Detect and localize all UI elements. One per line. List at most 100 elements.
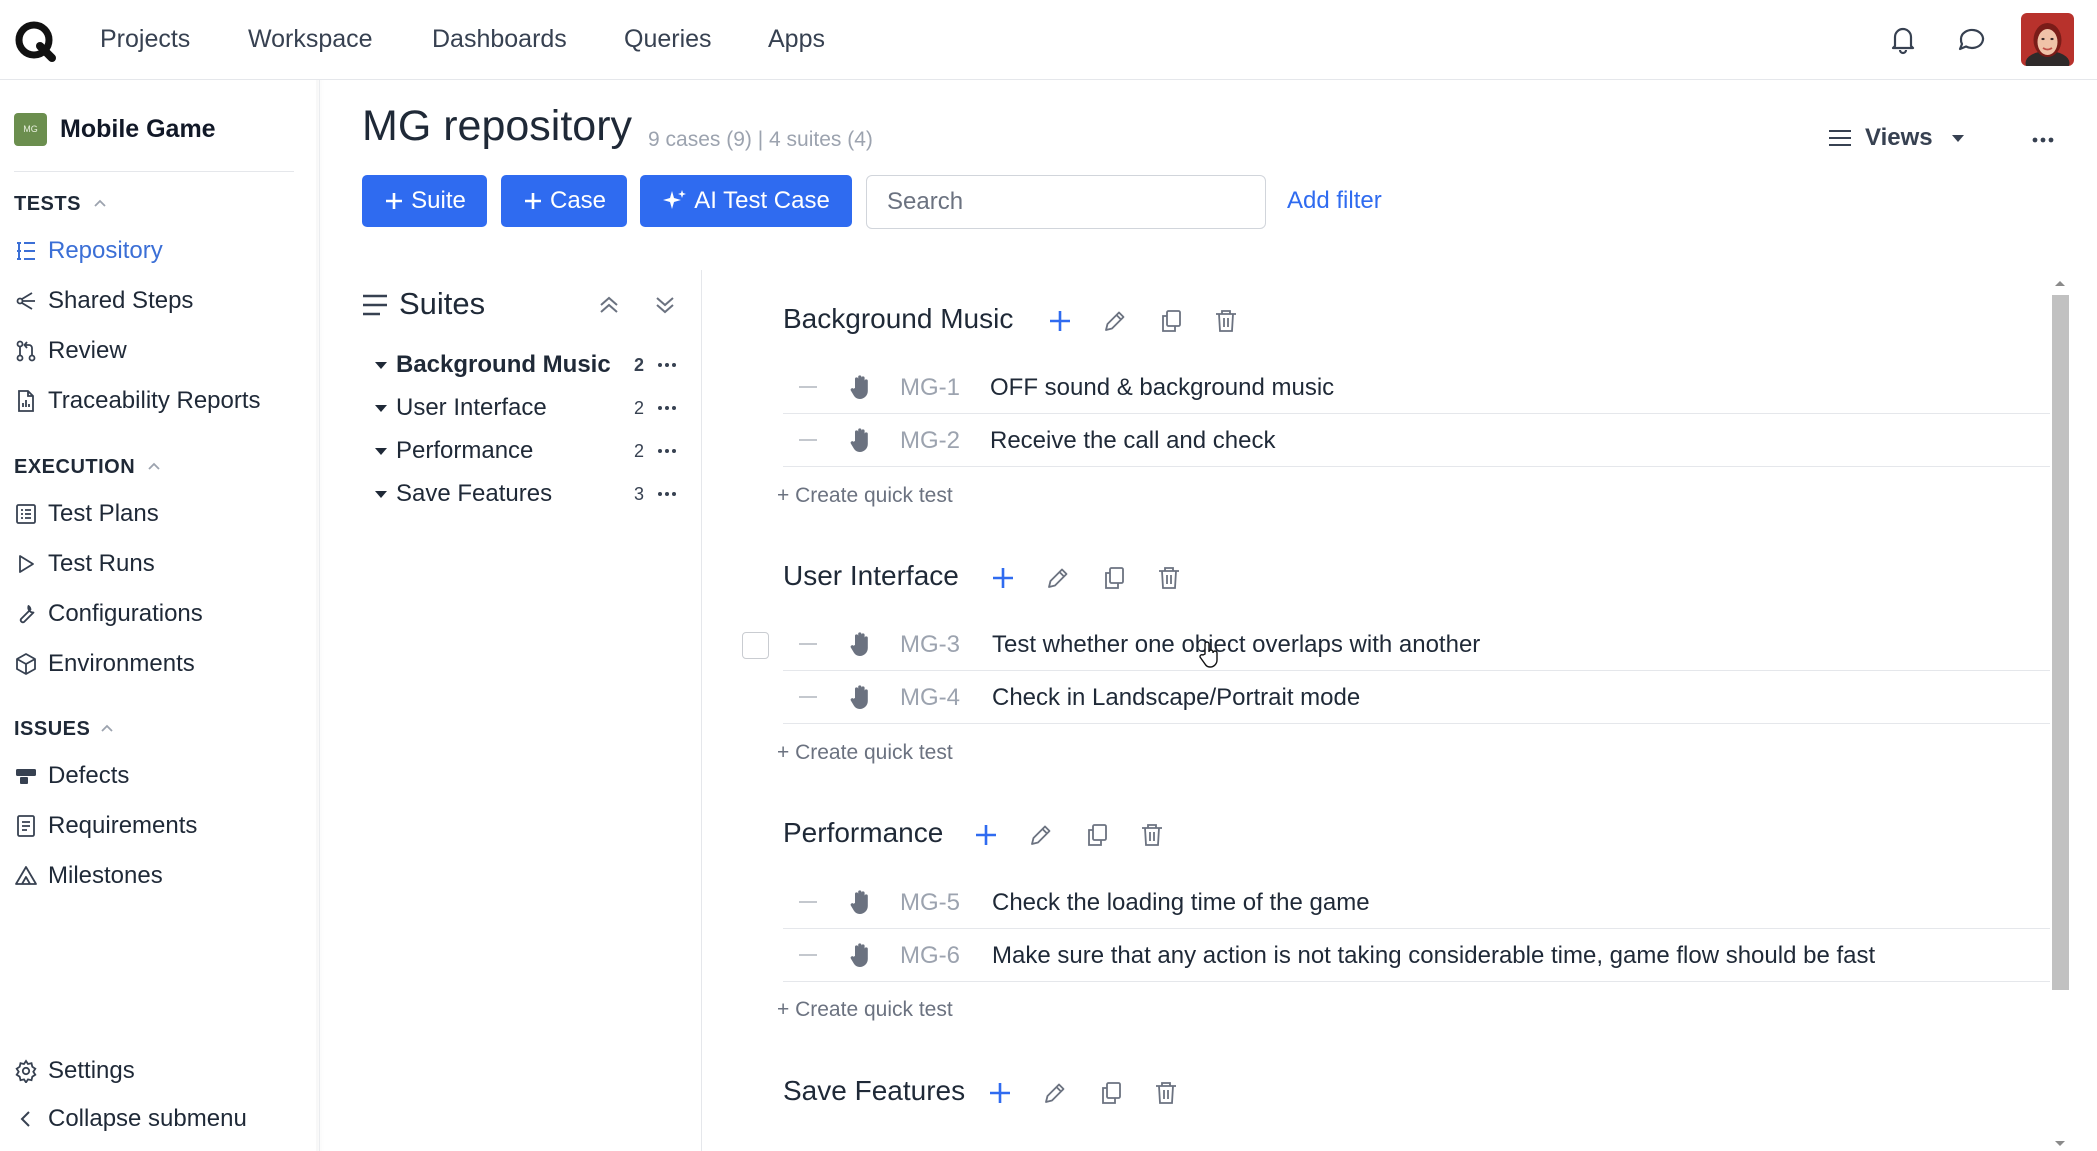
copy-icon[interactable]: [1083, 821, 1111, 849]
sparkle-icon: [663, 190, 687, 209]
edit-pencil-icon[interactable]: [1027, 821, 1055, 849]
sidebar-divider: [14, 171, 294, 172]
sidebar-item-test-plans[interactable]: Test Plans: [14, 497, 159, 531]
copy-icon[interactable]: [1097, 1079, 1125, 1107]
sidebar-item-defects[interactable]: Defects: [14, 759, 129, 793]
chevron-up-icon[interactable]: [92, 195, 108, 211]
case-row[interactable]: MG-4 Check in Landscape/Portrait mode: [783, 671, 2050, 724]
sidebar-item-traceability-reports[interactable]: Traceability Reports: [14, 384, 261, 418]
chat-bubble-icon[interactable]: [1955, 22, 1989, 56]
add-case-icon[interactable]: [989, 564, 1017, 592]
case-id: MG-2: [900, 427, 960, 454]
case-id: MG-3: [900, 631, 960, 658]
case-title[interactable]: Receive the call and check: [990, 427, 1276, 455]
chevron-up-icon[interactable]: [146, 458, 162, 474]
tree-item-performance[interactable]: Performance 2: [372, 434, 682, 468]
sidebar-item-repository[interactable]: Repository: [14, 234, 163, 268]
trash-icon[interactable]: [1152, 1079, 1180, 1107]
case-row[interactable]: MG-3 Test whether one object overlaps wi…: [783, 618, 2050, 671]
more-options-icon[interactable]: [656, 444, 678, 458]
case-row[interactable]: MG-1 OFF sound & background music: [783, 361, 2050, 414]
milestone-triangle-icon: [15, 866, 37, 885]
add-case-label: Case: [549, 187, 607, 214]
copy-icon[interactable]: [1157, 307, 1185, 335]
add-case-icon[interactable]: [972, 821, 1000, 849]
tree-item-save-features[interactable]: Save Features 3: [372, 477, 682, 511]
collapse-submenu-button[interactable]: Collapse submenu: [14, 1102, 247, 1136]
scroll-up-arrow-icon[interactable]: [2053, 278, 2067, 288]
sidebar-item-shared-steps[interactable]: Shared Steps: [14, 284, 193, 318]
sidebar-header-tests[interactable]: TESTS: [14, 193, 81, 216]
case-row[interactable]: MG-5 Check the loading time of the game: [783, 876, 2050, 929]
nav-dashboards[interactable]: Dashboards: [432, 24, 567, 54]
tree-item-user-interface[interactable]: User Interface 2: [372, 391, 682, 425]
add-case-button[interactable]: Case: [501, 175, 627, 227]
nav-workspace[interactable]: Workspace: [248, 24, 373, 54]
add-filter-link[interactable]: Add filter: [1287, 187, 1382, 215]
trash-icon[interactable]: [1155, 564, 1183, 592]
case-title[interactable]: Check in Landscape/Portrait mode: [992, 684, 1360, 712]
trash-icon[interactable]: [1138, 821, 1166, 849]
case-title[interactable]: Check the loading time of the game: [992, 889, 1370, 917]
sidebar-item-configurations[interactable]: Configurations: [14, 597, 203, 631]
case-select-checkbox[interactable]: [742, 632, 769, 659]
plus-icon: [386, 193, 403, 209]
nav-apps[interactable]: Apps: [768, 24, 825, 54]
sidebar-item-label: Environments: [48, 650, 195, 677]
repository-stats: 9 cases (9) | 4 suites (4): [648, 128, 873, 151]
sidebar-item-label: Milestones: [48, 862, 163, 889]
sidebar-header-issues[interactable]: ISSUES: [14, 718, 90, 741]
more-options-icon[interactable]: [656, 401, 678, 415]
more-options-icon[interactable]: [656, 358, 678, 372]
expand-all-icon[interactable]: [652, 292, 678, 318]
case-title[interactable]: Test whether one object overlaps with an…: [992, 631, 1480, 659]
ai-test-case-label: AI Test Case: [694, 187, 830, 214]
create-quick-test-link[interactable]: + Create quick test: [777, 484, 953, 508]
views-dropdown[interactable]: Views: [1827, 124, 1967, 152]
chevron-up-icon[interactable]: [99, 720, 115, 736]
sidebar-item-requirements[interactable]: Requirements: [14, 809, 197, 843]
more-options-icon[interactable]: [656, 487, 678, 501]
tree-item-count: 3: [634, 483, 645, 504]
edit-pencil-icon[interactable]: [1101, 307, 1129, 335]
caret-down-icon: [375, 448, 387, 455]
sidebar-item-milestones[interactable]: Milestones: [14, 859, 163, 893]
copy-icon[interactable]: [1100, 564, 1128, 592]
tree-item-background-music[interactable]: Background Music 2: [372, 348, 682, 382]
collapse-all-icon[interactable]: [596, 292, 622, 318]
create-quick-test-link[interactable]: + Create quick test: [777, 741, 953, 765]
sidebar-header-execution[interactable]: EXECUTION: [14, 456, 135, 479]
sidebar-item-test-runs[interactable]: Test Runs: [14, 547, 155, 581]
case-title[interactable]: Make sure that any action is not taking …: [992, 942, 1875, 970]
case-title[interactable]: OFF sound & background music: [990, 374, 1334, 402]
add-case-icon[interactable]: [986, 1079, 1014, 1107]
sidebar-item-label: Test Runs: [48, 550, 155, 577]
sidebar-item-environments[interactable]: Environments: [14, 647, 195, 681]
tree-item-label: Background Music: [396, 351, 611, 378]
sidebar-item-label: Settings: [48, 1057, 135, 1084]
scrollbar-thumb[interactable]: [2052, 295, 2069, 990]
sidebar-item-review[interactable]: Review: [14, 334, 127, 368]
suite-title: Background Music: [783, 303, 1014, 334]
nav-projects[interactable]: Projects: [100, 24, 190, 54]
add-suite-button[interactable]: Suite: [362, 175, 487, 227]
ai-test-case-button[interactable]: AI Test Case: [640, 175, 852, 227]
create-quick-test-link[interactable]: + Create quick test: [777, 998, 953, 1022]
edit-pencil-icon[interactable]: [1044, 564, 1072, 592]
trash-icon[interactable]: [1212, 307, 1240, 335]
edit-pencil-icon[interactable]: [1041, 1079, 1069, 1107]
plus-icon: [524, 193, 541, 209]
search-input[interactable]: [866, 175, 1266, 229]
more-options-icon[interactable]: [2030, 130, 2056, 150]
add-case-icon[interactable]: [1046, 307, 1074, 335]
scroll-down-arrow-icon[interactable]: [2053, 1139, 2067, 1149]
app-logo-icon[interactable]: [14, 20, 56, 62]
sidebar-item-settings[interactable]: Settings: [14, 1054, 135, 1088]
notification-bell-icon[interactable]: [1886, 22, 1920, 56]
nav-queries[interactable]: Queries: [624, 24, 712, 54]
user-avatar[interactable]: [2021, 13, 2074, 66]
case-row[interactable]: MG-6 Make sure that any action is not ta…: [783, 929, 2050, 982]
share-steps-icon: [16, 292, 35, 310]
case-row[interactable]: MG-2 Receive the call and check: [783, 414, 2050, 467]
project-name[interactable]: Mobile Game: [60, 115, 216, 144]
